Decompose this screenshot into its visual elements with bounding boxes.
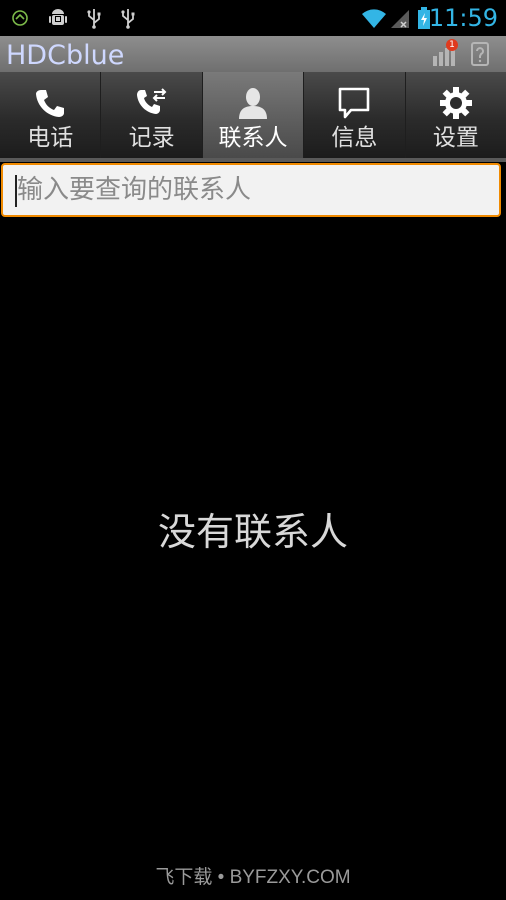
text-cursor: [15, 175, 17, 207]
call-log-icon: [136, 88, 167, 114]
tab-phone[interactable]: 电话: [0, 72, 102, 158]
app-title: HDCblue: [6, 40, 125, 71]
phone-icon: [36, 90, 65, 117]
help-icon[interactable]: [466, 40, 494, 68]
wifi-icon: [362, 9, 386, 28]
gear-icon: [439, 87, 472, 119]
status-bar: 11:59: [0, 0, 506, 36]
tab-messages[interactable]: 信息: [304, 72, 406, 158]
tab-bar: 电话 记录 联系人 信息 设置: [0, 72, 506, 158]
tab-label: 电话: [27, 125, 74, 151]
tab-label: 联系人: [218, 125, 288, 151]
tab-label: 设置: [432, 125, 479, 151]
tab-divider: [0, 158, 506, 162]
signal-icon: [391, 10, 409, 28]
status-time: 11:59: [428, 4, 498, 32]
watermark-text: 飞下载 • BYFZXY.COM: [155, 867, 351, 888]
usb-icon: [121, 9, 135, 29]
tab-contacts[interactable]: 联系人: [202, 72, 305, 158]
contact-search-field[interactable]: [1, 163, 501, 217]
usb-icon: [87, 9, 101, 29]
tab-label: 记录: [128, 125, 175, 151]
tab-call-log[interactable]: 记录: [101, 72, 203, 158]
phone-screen: 11:59 HDCblue 1 电话 记录 联系人 信息 设置 输入要查询的联系…: [0, 0, 506, 900]
tab-label: 信息: [331, 125, 378, 151]
android-robot-icon: [49, 9, 67, 25]
contact-icon: [239, 88, 268, 119]
empty-contacts-message: 没有联系人: [157, 510, 348, 554]
app-title-bar: HDCblue: [0, 36, 506, 72]
notification-badge: 1: [446, 39, 458, 51]
android-circle-icon: [12, 10, 28, 26]
contact-search-input[interactable]: [3, 165, 499, 215]
tab-settings[interactable]: 设置: [405, 72, 506, 158]
message-icon: [339, 87, 370, 119]
